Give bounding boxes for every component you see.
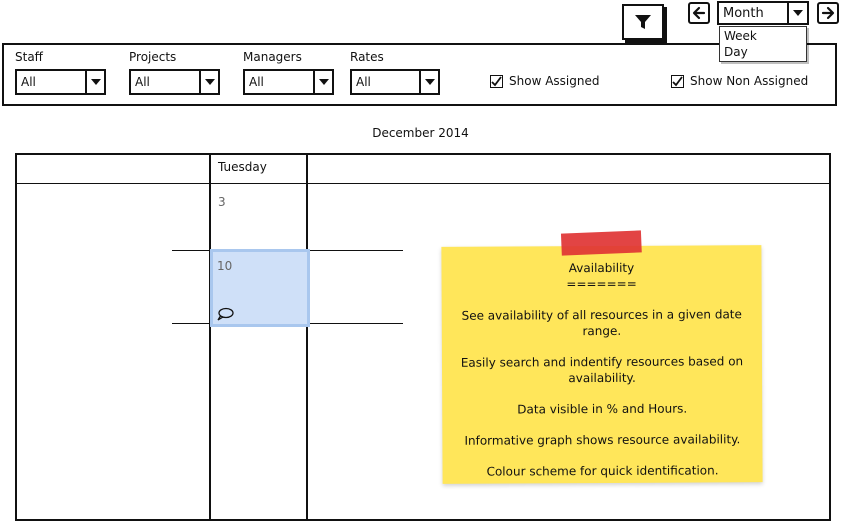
staff-label: Staff — [15, 50, 43, 64]
staff-select-value: All — [21, 75, 36, 89]
sticky-line-3: Data visible in % and Hours. — [517, 401, 688, 417]
calendar-title: December 2014 — [372, 126, 469, 140]
chevron-down-icon — [419, 71, 438, 93]
checkbox-box[interactable] — [490, 74, 503, 88]
checkmark-icon — [491, 75, 502, 86]
prev-button[interactable] — [688, 2, 710, 24]
next-button[interactable] — [817, 2, 839, 24]
sticky-line-4: Informative graph shows resource availab… — [464, 432, 741, 448]
rates-select[interactable]: All — [350, 69, 440, 95]
checkmark-icon — [672, 75, 683, 86]
show-assigned-label: Show Assigned — [509, 74, 600, 88]
calendar-header-divider — [15, 183, 831, 184]
rates-select-value: All — [356, 75, 371, 89]
column-divider — [209, 153, 211, 521]
view-select[interactable]: Month — [717, 1, 809, 25]
projects-label: Projects — [129, 50, 177, 64]
staff-select[interactable]: All — [15, 69, 106, 95]
sticky-line-5: Colour scheme for quick identification. — [486, 463, 719, 479]
show-assigned-checkbox[interactable]: Show Assigned — [490, 74, 599, 88]
chevron-down-icon — [199, 71, 218, 93]
view-select-value: Month — [723, 6, 764, 21]
arrow-right-icon — [821, 6, 835, 20]
checkbox-box[interactable] — [671, 74, 684, 88]
day-header-tuesday: Tuesday — [218, 160, 267, 174]
projects-select-value: All — [135, 75, 150, 89]
speech-bubble-icon[interactable] — [216, 307, 234, 321]
sticky-note: Availability ======= See availability of… — [441, 230, 763, 484]
managers-label: Managers — [243, 50, 302, 64]
managers-select[interactable]: All — [243, 69, 334, 95]
view-option-week[interactable]: Week — [724, 28, 806, 44]
chevron-down-icon — [787, 3, 807, 23]
column-divider — [306, 153, 308, 521]
view-option-day[interactable]: Day — [724, 44, 806, 60]
show-non-assigned-checkbox[interactable]: Show Non Assigned — [671, 74, 808, 88]
chevron-down-icon — [85, 71, 104, 93]
sticky-line-2: Easily search and indentify resources ba… — [460, 354, 744, 386]
filter-icon — [635, 15, 651, 29]
tape — [560, 230, 642, 256]
sticky-title: Availability — [568, 260, 635, 276]
date-cell-10: 10 — [217, 259, 233, 273]
view-menu: Week Day — [719, 26, 807, 62]
filter-button[interactable] — [622, 4, 664, 40]
projects-select[interactable]: All — [129, 69, 220, 95]
arrow-left-icon — [692, 6, 706, 20]
date-cell-3[interactable]: 3 — [218, 195, 226, 209]
chevron-down-icon — [313, 71, 332, 93]
managers-select-value: All — [249, 75, 264, 89]
rates-label: Rates — [350, 50, 384, 64]
sticky-underline: ======= — [566, 276, 637, 292]
sticky-line-1: See availability of all resources in a g… — [461, 307, 742, 339]
show-non-assigned-label: Show Non Assigned — [690, 74, 809, 88]
